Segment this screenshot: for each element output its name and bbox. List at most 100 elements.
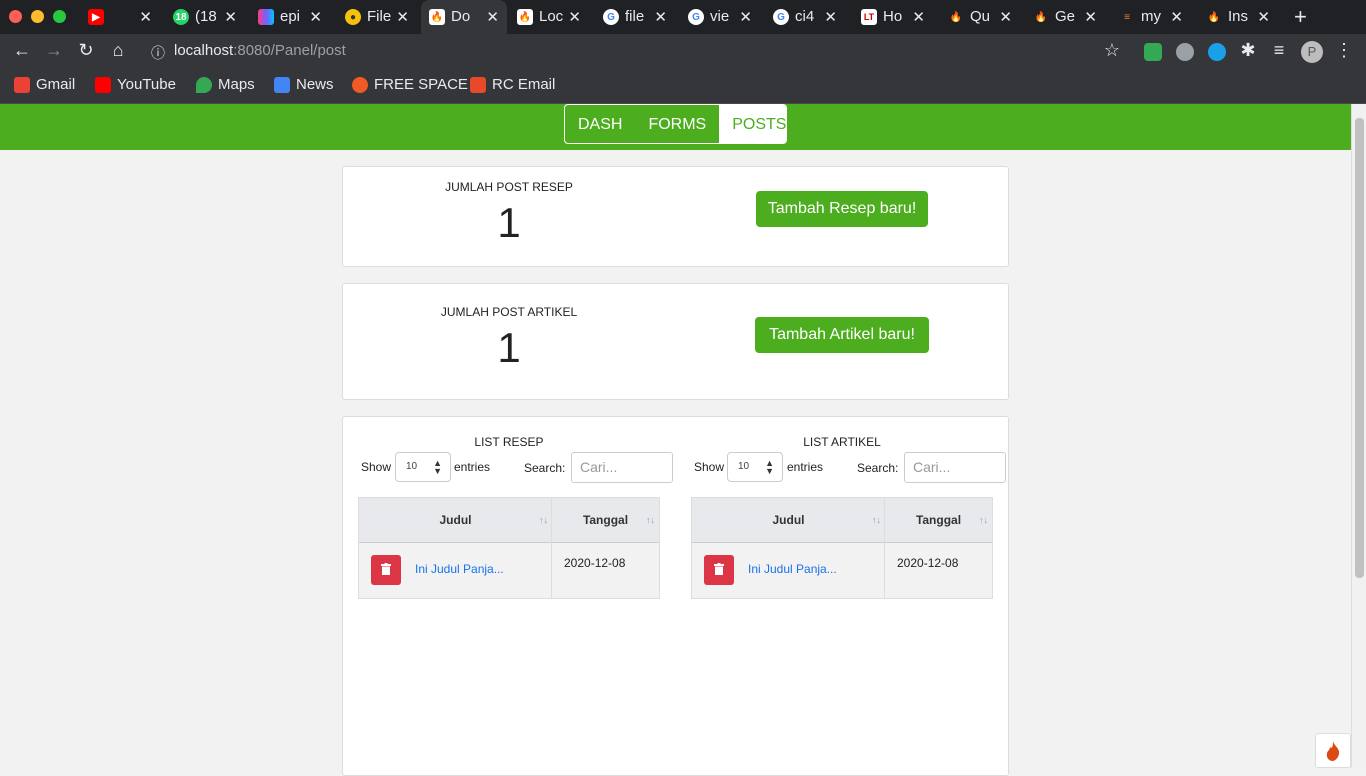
column-header-tanggal[interactable]: Tanggal ↑↓: [885, 498, 992, 543]
codeigniter-icon: 🔥: [429, 9, 445, 25]
list-title-artikel: LIST ARTIKEL: [803, 435, 881, 449]
close-icon[interactable]: ✕: [739, 8, 752, 26]
bookmark-free-space[interactable]: FREE SPACE: [352, 76, 468, 93]
close-icon[interactable]: ✕: [1084, 8, 1097, 26]
close-icon[interactable]: ✕: [654, 8, 667, 26]
entries-select[interactable]: 10 ▲ ▼: [727, 452, 783, 482]
close-icon[interactable]: ✕: [139, 8, 152, 26]
tab-title: ci4: [795, 8, 815, 25]
tab-title: (18: [195, 8, 217, 25]
browser-tab[interactable]: LT Ho ✕: [853, 0, 933, 34]
flame-icon: 🔥: [1034, 11, 1048, 23]
bookmark-rc-email[interactable]: RC Email: [470, 76, 555, 93]
flame-icon: [1326, 740, 1340, 761]
entries-label: entries: [454, 460, 491, 474]
browser-tab[interactable]: 🔥 Ge ✕: [1025, 0, 1105, 34]
delete-button[interactable]: [371, 555, 401, 585]
codeigniter-debug-toolbar-icon[interactable]: [1315, 733, 1351, 768]
search-input[interactable]: Cari...: [571, 452, 673, 483]
star-icon[interactable]: ☆: [1100, 40, 1124, 61]
trash-icon: [381, 563, 391, 575]
bookmark-news[interactable]: News: [274, 76, 334, 93]
post-title-link[interactable]: Ini Judul Panja...: [748, 562, 837, 576]
browser-tab[interactable]: 🔥 Loc ✕: [509, 0, 589, 34]
entries-value: 10: [738, 461, 750, 472]
window-maximize-button[interactable]: [53, 10, 66, 23]
menu-icon[interactable]: ⋮: [1332, 40, 1356, 61]
close-icon[interactable]: ✕: [1170, 8, 1183, 26]
bookmark-label: YouTube: [117, 76, 176, 93]
nav-item-forms[interactable]: FORMS: [635, 105, 719, 143]
close-icon[interactable]: ✕: [912, 8, 925, 26]
browser-tab[interactable]: ▶ ✕: [80, 0, 160, 34]
bookmark-maps[interactable]: Maps: [196, 76, 255, 93]
puzzle-icon[interactable]: ✱: [1236, 40, 1260, 61]
close-icon[interactable]: ✕: [824, 8, 837, 26]
browser-tab[interactable]: 🔥 Qu ✕: [940, 0, 1020, 34]
delete-button[interactable]: [704, 555, 734, 585]
window-close-button[interactable]: [9, 10, 22, 23]
close-icon[interactable]: ✕: [568, 8, 581, 26]
add-resep-button[interactable]: Tambah Resep baru!: [756, 191, 928, 227]
page-scrollbar[interactable]: [1351, 104, 1366, 768]
column-header-label: Tanggal: [915, 513, 962, 527]
add-artikel-button[interactable]: Tambah Artikel baru!: [755, 317, 929, 353]
stat-label: JUMLAH POST RESEP: [445, 180, 573, 194]
browser-tab[interactable]: epi ✕: [250, 0, 330, 34]
column-header-judul[interactable]: Judul ↑↓: [359, 498, 552, 543]
close-icon[interactable]: ✕: [396, 8, 409, 26]
sort-icon: ↑↓: [539, 515, 548, 525]
trash-icon: [714, 563, 724, 575]
close-icon[interactable]: ✕: [999, 8, 1012, 26]
tab-title: my: [1141, 8, 1161, 25]
bookmark-youtube[interactable]: YouTube: [95, 76, 176, 93]
bookmarks-bar: Gmail YouTube Maps News FREE SPACE RC Em…: [0, 70, 1366, 104]
nav-item-posts[interactable]: POSTS: [719, 105, 786, 143]
browser-tab[interactable]: ● File ✕: [337, 0, 417, 34]
tab-title: vie: [710, 8, 730, 25]
column-header-tanggal[interactable]: Tanggal ↑↓: [552, 498, 659, 543]
browser-tab[interactable]: G ci4 ✕: [765, 0, 845, 34]
scrollbar-thumb[interactable]: [1355, 118, 1364, 578]
playlist-icon[interactable]: ≡: [1267, 40, 1291, 61]
google-icon: G: [603, 9, 619, 25]
cloud-extension-icon[interactable]: [1176, 43, 1194, 61]
shield-extension-icon[interactable]: [1144, 43, 1162, 61]
post-title-link[interactable]: Ini Judul Panja...: [415, 562, 504, 576]
browser-toolbar: ← → ↻ ⌂ ⓘ localhost:8080/Panel/post ☆ ✱ …: [0, 34, 1366, 70]
back-arrow-icon[interactable]: ←: [10, 40, 34, 61]
reload-icon[interactable]: ↻: [74, 40, 98, 61]
browser-tab-active[interactable]: 🔥 Do ✕: [421, 0, 507, 34]
forward-arrow-icon[interactable]: →: [42, 40, 66, 61]
page-content: DASH FORMS POSTS JUMLAH POST RESEP 1 Tam…: [0, 104, 1351, 776]
close-icon[interactable]: ✕: [309, 8, 322, 26]
bookmark-label: Gmail: [36, 76, 76, 93]
search-input[interactable]: Cari...: [904, 452, 1006, 483]
close-icon[interactable]: ✕: [224, 8, 237, 26]
stat-count: 1: [497, 199, 521, 246]
entries-select[interactable]: 10 ▲ ▼: [395, 452, 451, 482]
top-navbar: DASH FORMS POSTS: [0, 104, 1351, 150]
browser-tab[interactable]: G file ✕: [595, 0, 675, 34]
browser-tab[interactable]: 🔥 Ins ✕: [1198, 0, 1278, 34]
close-icon[interactable]: ✕: [486, 8, 499, 26]
close-icon[interactable]: ✕: [1257, 8, 1270, 26]
bookmark-gmail[interactable]: Gmail: [14, 76, 75, 93]
browser-tab[interactable]: 18 (18 ✕: [165, 0, 245, 34]
gmail-icon: [14, 76, 30, 93]
stackoverflow-icon: ≡: [1124, 11, 1130, 23]
browser-tab[interactable]: G vie ✕: [680, 0, 760, 34]
nav-item-dash[interactable]: DASH: [565, 105, 635, 143]
column-header-judul[interactable]: Judul ↑↓: [692, 498, 885, 543]
tab-title: Ins: [1228, 8, 1249, 25]
window-minimize-button[interactable]: [31, 10, 44, 23]
address-bar[interactable]: localhost:8080/Panel/post: [174, 42, 346, 59]
column-divider: [884, 498, 885, 598]
avatar[interactable]: P: [1301, 41, 1323, 63]
home-icon[interactable]: ⌂: [106, 40, 130, 61]
tab-title: Loc: [539, 8, 564, 25]
new-tab-button[interactable]: +: [1294, 4, 1307, 30]
browser-tab[interactable]: ≡ my ✕: [1111, 0, 1191, 34]
list-title-resep: LIST RESEP: [474, 435, 544, 449]
blue-extension-icon[interactable]: [1208, 43, 1226, 61]
